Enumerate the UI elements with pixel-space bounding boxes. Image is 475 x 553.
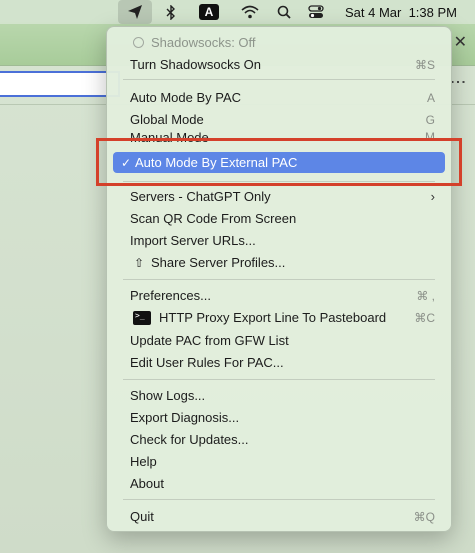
shadowsocks-menu: Shadowsocks: Off Turn Shadowsocks On ⌘S …: [106, 26, 452, 532]
scan-qr-item[interactable]: Scan QR Code From Screen: [113, 208, 445, 229]
wifi-icon[interactable]: [238, 0, 262, 24]
check-updates-item[interactable]: Check for Updates...: [113, 429, 445, 450]
close-icon[interactable]: ✕: [454, 32, 467, 52]
terminal-icon: >_: [133, 310, 151, 325]
about-item[interactable]: About: [113, 473, 445, 494]
menu-bar: A Sat 4 Mar 1:38 PM: [0, 0, 475, 24]
update-pac-item[interactable]: Update PAC from GFW List: [113, 330, 445, 351]
shadowsocks-status-icon[interactable]: [118, 0, 152, 24]
chevron-right-icon: ›: [430, 189, 435, 204]
auto-mode-pac-item[interactable]: Auto Mode By PAC A: [113, 87, 445, 108]
share-icon: ⇧: [134, 255, 145, 270]
separator: [123, 379, 435, 380]
separator: [123, 79, 435, 80]
help-item[interactable]: Help: [113, 451, 445, 472]
edit-user-rules-item[interactable]: Edit User Rules For PAC...: [113, 352, 445, 373]
turn-on-item[interactable]: Turn Shadowsocks On ⌘S: [113, 54, 445, 75]
input-source-icon[interactable]: A: [197, 0, 221, 24]
global-mode-item[interactable]: Global Mode G: [113, 109, 445, 130]
status-off-icon: [133, 37, 144, 48]
search-icon[interactable]: [273, 0, 295, 24]
highlight-annotation: [96, 138, 462, 186]
export-diagnosis-item[interactable]: Export Diagnosis...: [113, 407, 445, 428]
status-item: Shadowsocks: Off: [113, 32, 445, 53]
separator: [123, 279, 435, 280]
http-proxy-export-item[interactable]: >_ HTTP Proxy Export Line To Pasteboard …: [113, 307, 445, 328]
share-profiles-item[interactable]: ⇧ Share Server Profiles...: [113, 252, 445, 273]
servers-submenu-item[interactable]: Servers - ChatGPT Only ›: [113, 186, 445, 207]
bluetooth-icon[interactable]: [160, 0, 182, 24]
quit-item[interactable]: Quit ⌘Q: [113, 506, 445, 527]
clock[interactable]: Sat 4 Mar 1:38 PM: [336, 0, 466, 24]
control-center-icon[interactable]: [304, 0, 328, 24]
show-logs-item[interactable]: Show Logs...: [113, 385, 445, 406]
background-address-field[interactable]: [0, 71, 120, 97]
preferences-item[interactable]: Preferences... ⌘ ,: [113, 285, 445, 306]
import-urls-item[interactable]: Import Server URLs...: [113, 230, 445, 251]
separator: [123, 499, 435, 500]
